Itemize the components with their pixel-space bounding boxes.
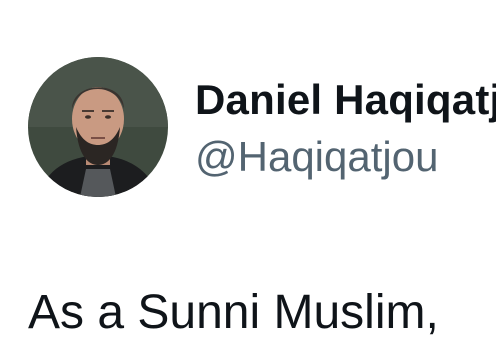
tweet-text: As a Sunni Muslim,	[28, 286, 439, 339]
author-avatar[interactable]	[28, 57, 168, 197]
author-display-name[interactable]: Daniel Haqiqatjou	[195, 76, 496, 124]
tweet-card: Daniel Haqiqatjou @Haqiqatjou As a Sunni…	[0, 0, 496, 355]
author-handle[interactable]: @Haqiqatjou	[195, 133, 438, 181]
avatar-photo-icon	[28, 57, 168, 197]
